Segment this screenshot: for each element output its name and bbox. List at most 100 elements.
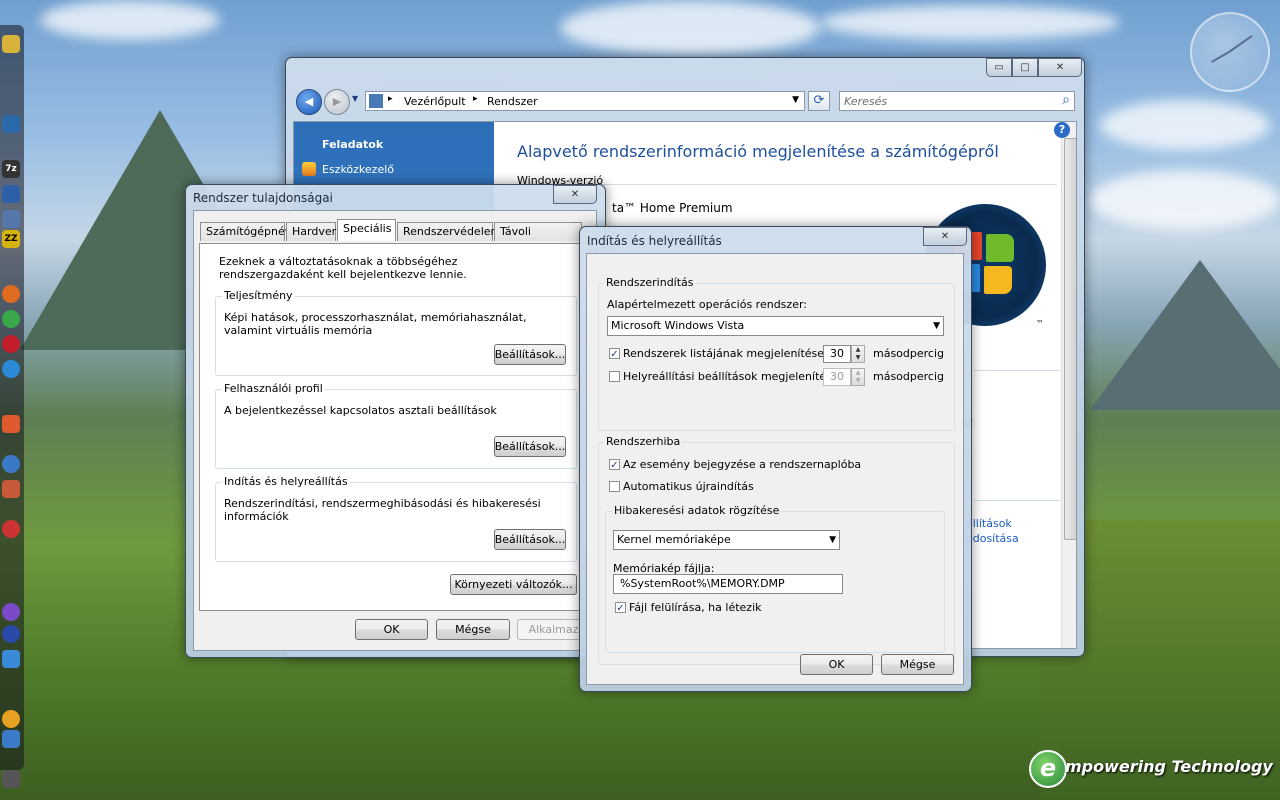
seconds-label: másodpercig [873, 370, 945, 383]
user-profile-settings-button[interactable]: Beállítások... [494, 436, 566, 457]
auto-restart-checkbox[interactable] [609, 481, 620, 492]
search-box[interactable]: Keresés ⌕ [839, 91, 1075, 111]
app-icon[interactable] [2, 185, 20, 203]
opera-icon[interactable] [2, 335, 20, 353]
refresh-button[interactable]: ⟳ [808, 91, 830, 111]
group-startup-recovery-title: Indítás és helyreállítás [222, 475, 350, 488]
environment-variables-button[interactable]: Környezeti változók... [450, 574, 577, 595]
cancel-button[interactable]: Mégse [881, 654, 954, 675]
settings-link[interactable]: állítások [966, 517, 1012, 530]
startup-recovery-settings-button[interactable]: Beállítások... [494, 529, 566, 550]
show-list-seconds[interactable]: 30 [823, 345, 851, 363]
tab-advanced[interactable]: Speciális [337, 219, 396, 241]
close-button[interactable]: ✕ [1038, 58, 1082, 77]
dialog-body: Számítógépnév Hardver Speciális Rendszer… [193, 210, 597, 651]
app-icon[interactable] [2, 480, 20, 498]
overwrite-checkbox[interactable]: ✓ [615, 602, 626, 614]
dump-type-select[interactable]: Kernel memóriaképe ▼ [613, 530, 840, 550]
dialog-title: Indítás és helyreállítás [587, 234, 722, 248]
forward-button[interactable]: ▶ [324, 89, 350, 115]
globe-icon[interactable] [2, 455, 20, 473]
minimize-button[interactable]: ▭ [986, 58, 1012, 77]
app-icon[interactable] [2, 650, 20, 668]
show-recovery-label: Helyreállítási beállítások megjelenítése [623, 370, 839, 383]
zip-icon[interactable]: ZZ [2, 230, 20, 248]
side-dock: 7z ZZ [0, 25, 24, 788]
group-user-profile [215, 389, 577, 469]
group-user-profile-title: Felhasználói profil [222, 382, 325, 395]
default-os-value: Microsoft Windows Vista [611, 319, 745, 332]
tab-system-protection[interactable]: Rendszervédelem [397, 222, 501, 241]
cloud [1100, 100, 1270, 150]
tasks-title: Feladatok [322, 138, 384, 151]
7zip-icon[interactable]: 7z [2, 160, 20, 178]
clock-gadget[interactable] [1190, 12, 1270, 92]
task-device-manager[interactable]: Eszközkezelő [322, 163, 394, 176]
logo-green [986, 234, 1014, 262]
system-properties-dialog: Rendszer tulajdonságai ✕ Számítógépnév H… [185, 184, 606, 658]
ok-button[interactable]: OK [355, 619, 428, 640]
divider [974, 370, 1064, 371]
address-bar[interactable]: ▸ Vezérlőpult ▸ Rendszer ▼ [365, 91, 805, 111]
back-button[interactable]: ◀ [296, 89, 322, 115]
app-icon[interactable] [2, 710, 20, 728]
search-icon[interactable]: ⌕ [1062, 92, 1070, 108]
app-icon[interactable] [2, 730, 20, 748]
tab-computer-name[interactable]: Számítógépnév [200, 222, 291, 241]
tab-remote[interactable]: Távoli használat [494, 222, 582, 256]
monitor-icon[interactable] [2, 115, 20, 133]
mountain [1090, 260, 1280, 410]
cloud [1090, 170, 1280, 230]
cloud [40, 0, 220, 40]
auto-restart-label: Automatikus újraindítás [623, 480, 754, 493]
firefox-icon[interactable] [2, 285, 20, 303]
scrollbar-thumb[interactable] [1064, 138, 1076, 540]
show-list-checkbox[interactable]: ✓ [609, 348, 620, 360]
page-title: Alapvető rendszerinformáció megjelenítés… [517, 142, 999, 161]
performance-desc: Képi hatások, processzorhasználat, memór… [224, 311, 527, 337]
show-recovery-seconds[interactable]: 30 [823, 368, 851, 386]
default-os-select[interactable]: Microsoft Windows Vista ▼ [607, 316, 944, 336]
app-icon[interactable] [2, 770, 20, 788]
tab-hardware[interactable]: Hardver [286, 222, 336, 241]
close-button[interactable]: ✕ [923, 227, 967, 246]
dialog-body: Rendszerindítás Alapértelmezett operáció… [586, 253, 964, 685]
dump-file-value: %SystemRoot%\MEMORY.DMP [620, 577, 785, 590]
clock-hour-hand [1211, 51, 1230, 63]
show-list-spinner[interactable]: ▲ ▼ [851, 345, 865, 363]
app-icon[interactable] [2, 210, 20, 228]
show-recovery-spinner[interactable]: ▲ ▼ [851, 368, 865, 386]
write-event-label: Az esemény bejegyzése a rendszernaplóba [623, 458, 862, 471]
dump-file-input[interactable]: %SystemRoot%\MEMORY.DMP [613, 574, 843, 594]
app-icon[interactable] [2, 603, 20, 621]
startup-recovery-dialog: Indítás és helyreállítás ✕ Rendszerindít… [579, 226, 972, 692]
ok-button[interactable]: OK [800, 654, 873, 675]
performance-settings-button[interactable]: Beállítások... [494, 344, 566, 365]
group-debug-info-title: Hibakeresési adatok rögzítése [612, 504, 782, 517]
company-logo-icon: e [1029, 750, 1067, 788]
write-event-checkbox[interactable]: ✓ [609, 459, 620, 471]
change-link[interactable]: ódosítása [966, 532, 1019, 545]
cancel-button[interactable]: Mégse [436, 619, 510, 640]
app-icon[interactable] [2, 415, 20, 433]
app-icon[interactable] [2, 625, 20, 643]
tab-strip: Számítógépnév Hardver Speciális Rendszer… [200, 219, 590, 256]
address-dropdown-icon[interactable]: ▼ [792, 95, 799, 105]
overwrite-label: Fájl felülírása, ha létezik [629, 601, 762, 614]
breadcrumb-control-panel[interactable]: Vezérlőpult [404, 95, 466, 108]
show-recovery-checkbox[interactable] [609, 371, 620, 382]
vertical-scrollbar[interactable] [1061, 122, 1076, 648]
ie-icon[interactable] [2, 360, 20, 378]
folder-icon[interactable] [2, 35, 20, 53]
shield-icon [302, 162, 316, 176]
help-icon[interactable]: ? [1054, 122, 1070, 138]
chrome-icon[interactable] [2, 310, 20, 328]
breadcrumb-system[interactable]: Rendszer [487, 95, 538, 108]
recent-pages-dropdown-icon[interactable]: ▼ [352, 94, 358, 103]
show-list-label: Rendszerek listájának megjelenítése [623, 347, 825, 360]
dump-type-value: Kernel memóriaképe [617, 533, 731, 546]
app-icon[interactable] [2, 520, 20, 538]
trademark: ™ [1036, 319, 1044, 328]
close-button[interactable]: ✕ [553, 185, 597, 204]
maximize-button[interactable]: □ [1012, 58, 1038, 77]
